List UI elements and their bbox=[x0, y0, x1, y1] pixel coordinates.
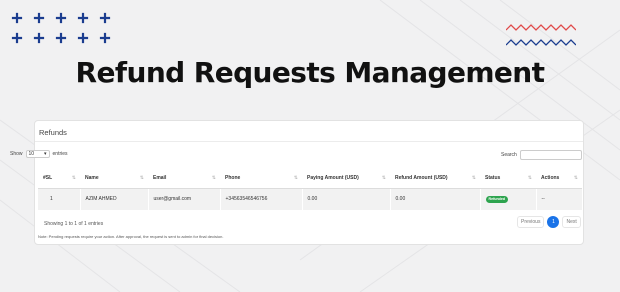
column-header-sl[interactable]: #SL ⇅ bbox=[38, 168, 80, 189]
sort-icon: ⇅ bbox=[293, 175, 298, 181]
pagination: Previous 1 Next bbox=[517, 216, 581, 228]
column-header-refund-amount[interactable]: Refund Amount (USD) ⇅ bbox=[390, 168, 480, 189]
sort-icon: ⇅ bbox=[527, 175, 532, 181]
cell-paying-amount: 0.00 bbox=[302, 188, 391, 210]
cell-sl: 1 bbox=[38, 188, 81, 210]
page-title: Refund Requests Management bbox=[75, 56, 545, 89]
column-header-actions[interactable]: Actions ⇅ bbox=[536, 168, 582, 189]
page-1-button[interactable]: 1 bbox=[547, 216, 560, 228]
table-info: Showing 1 to 1 of 1 entries bbox=[44, 221, 104, 227]
zigzag-decoration-icon bbox=[506, 24, 576, 46]
column-header-status[interactable]: Status ⇅ bbox=[480, 168, 536, 189]
entries-label: entries bbox=[52, 151, 68, 157]
next-page-button[interactable]: Next bbox=[562, 216, 581, 228]
search-label: Search bbox=[501, 152, 517, 158]
previous-page-button[interactable]: Previous bbox=[517, 216, 545, 228]
status-badge: Refunded bbox=[485, 195, 509, 203]
entries-select-value: 10 bbox=[28, 151, 35, 157]
cell-phone: +34563546546756 bbox=[220, 188, 303, 210]
refunds-table: #SL ⇅ Name ⇅ Email ⇅ Phone ⇅ Paying Amount (… bbox=[38, 168, 582, 210]
table-row: 1 AZIM AHMED user@gmail.com +34563546546… bbox=[38, 188, 582, 210]
cell-actions: -- bbox=[536, 188, 582, 210]
sort-icon: ⇅ bbox=[381, 175, 386, 181]
entries-length-control: Show 10 ▾ entries bbox=[10, 150, 68, 158]
cell-status: Refunded bbox=[480, 188, 537, 210]
column-header-email[interactable]: Email ⇅ bbox=[148, 168, 220, 189]
entries-select[interactable]: 10 ▾ bbox=[25, 150, 50, 158]
card-divider bbox=[35, 141, 583, 142]
card-title: Refunds bbox=[39, 128, 67, 137]
cell-email: user@gmail.com bbox=[148, 188, 221, 210]
sort-icon: ⇅ bbox=[573, 175, 578, 181]
cell-refund-amount: 0.00 bbox=[390, 188, 481, 210]
sort-icon: ⇅ bbox=[471, 175, 476, 181]
cell-name: AZIM AHMED bbox=[80, 188, 149, 210]
column-header-name[interactable]: Name ⇅ bbox=[80, 168, 148, 189]
sort-icon: ⇅ bbox=[139, 175, 144, 181]
column-header-paying-amount[interactable]: Paying Amount (USD) ⇅ bbox=[302, 168, 390, 189]
approval-note: Note: Pending requests require your acti… bbox=[38, 234, 224, 239]
sort-icon: ⇅ bbox=[211, 175, 216, 181]
show-label: Show bbox=[10, 151, 23, 157]
table-header-row: #SL ⇅ Name ⇅ Email ⇅ Phone ⇅ Paying Amount (… bbox=[38, 168, 582, 189]
search-control: Search bbox=[501, 150, 582, 160]
chevron-down-icon: ▾ bbox=[44, 151, 47, 157]
column-header-phone[interactable]: Phone ⇅ bbox=[220, 168, 302, 189]
search-input[interactable] bbox=[519, 150, 582, 160]
sort-icon: ⇅ bbox=[71, 175, 76, 181]
plus-pattern-icon bbox=[11, 12, 111, 44]
